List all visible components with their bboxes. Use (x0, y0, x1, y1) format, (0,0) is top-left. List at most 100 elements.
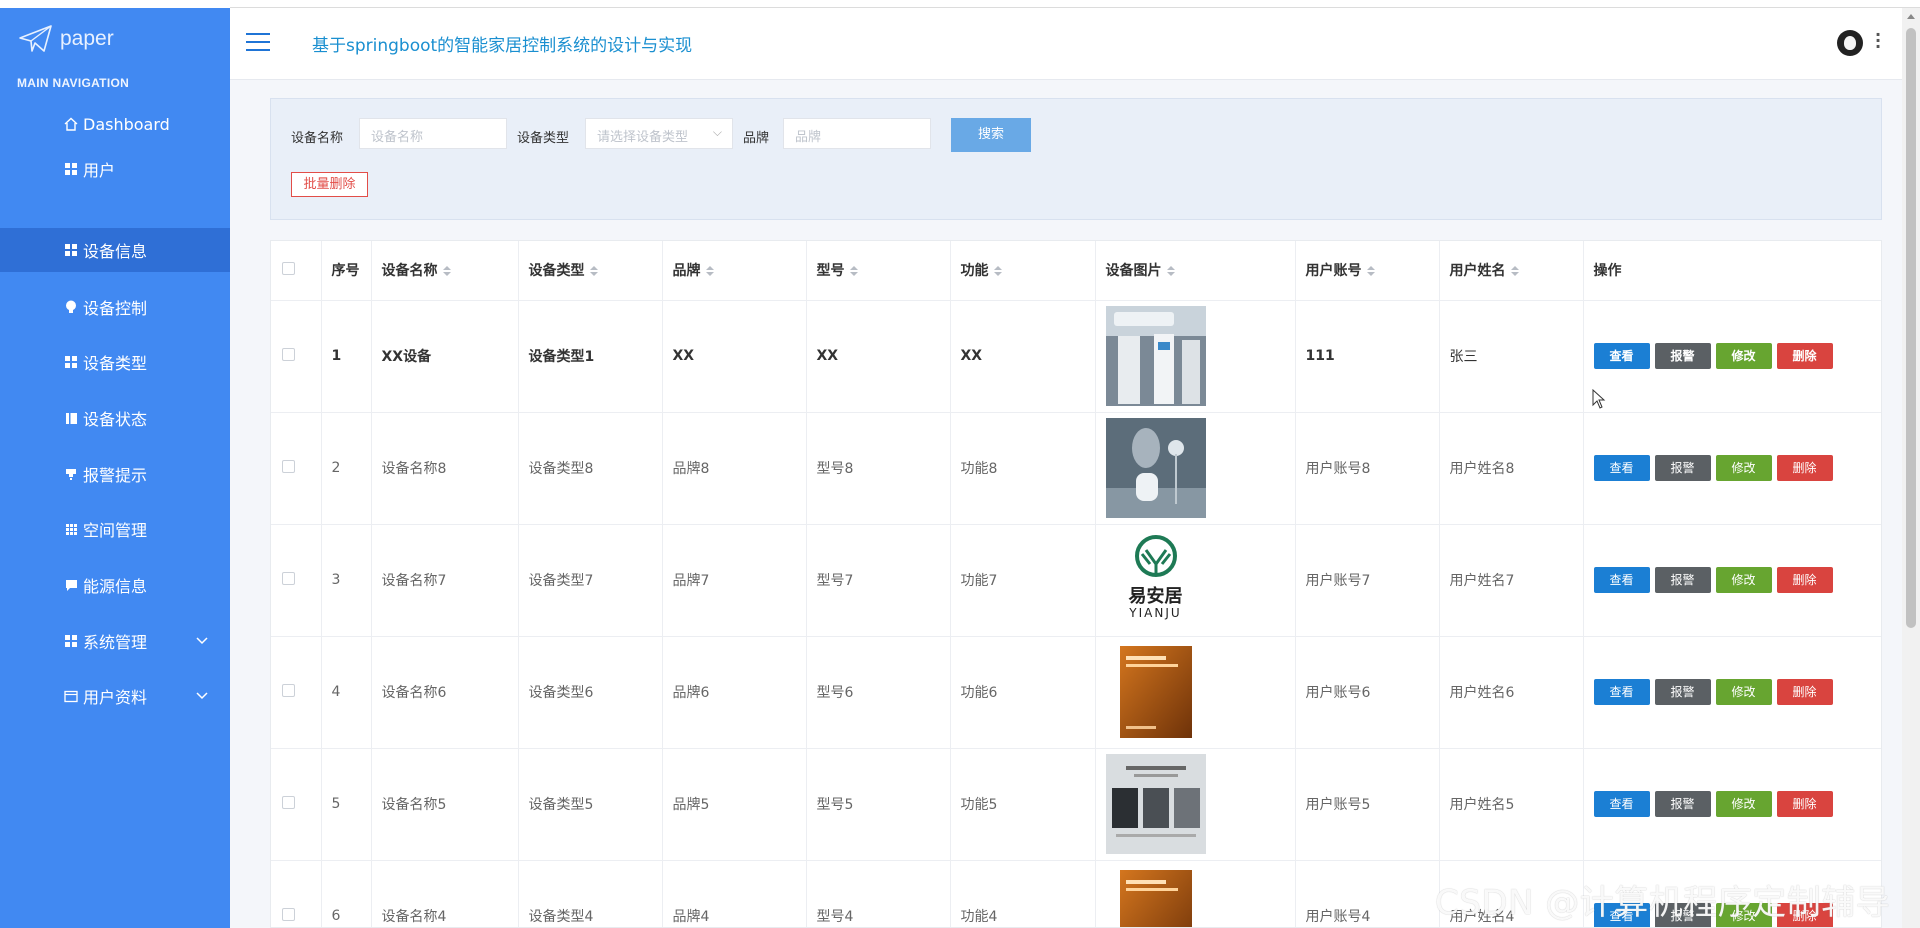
watermark: CSDN @计算机程序定制辅导 (1435, 883, 1891, 923)
sidebar-item-label: 设备信息 (83, 242, 148, 261)
row-checkbox[interactable] (282, 907, 295, 921)
row-checkbox[interactable] (282, 795, 295, 809)
sidebar-item-profile[interactable]: 用户资料 (0, 674, 230, 718)
cell-function: 功能8 (950, 412, 1096, 525)
menu-toggle-icon[interactable] (246, 33, 270, 51)
sidebar-item-device-status[interactable]: 设备状态 (0, 396, 230, 440)
cell-account: 用户账号8 (1295, 412, 1440, 525)
sort-icon[interactable] (1366, 266, 1375, 277)
alarm-button[interactable]: 报警 (1654, 679, 1711, 705)
view-button[interactable]: 查看 (1593, 455, 1650, 481)
sidebar-item-device-type[interactable]: 设备类型 (0, 340, 230, 384)
edit-button[interactable]: 修改 (1715, 343, 1772, 369)
logo-text-cn: 易安居 (1128, 586, 1183, 607)
row-checkbox[interactable] (282, 347, 295, 361)
scrollbar-thumb[interactable] (1906, 28, 1916, 628)
edit-button[interactable]: 修改 (1715, 567, 1772, 593)
cell-username: 用户姓名6 (1439, 636, 1584, 749)
cell-device-type: 设备类型7 (518, 524, 663, 637)
edit-button[interactable]: 修改 (1715, 679, 1772, 705)
batch-delete-button[interactable]: 批量删除 (291, 172, 368, 197)
alarm-button[interactable]: 报警 (1654, 343, 1711, 369)
cell-function: 功能4 (950, 860, 1096, 927)
sidebar-item-label: 设备控制 (83, 299, 148, 318)
row-checkbox[interactable] (282, 459, 295, 473)
sidebar-item-system[interactable]: 系统管理 (0, 619, 230, 663)
header: 基于springboot的智能家居控制系统的设计与实现 · · · (230, 8, 1902, 80)
view-button[interactable]: 查看 (1593, 679, 1650, 705)
delete-button[interactable]: 删除 (1776, 567, 1833, 593)
edit-button[interactable]: 修改 (1715, 455, 1772, 481)
vertical-scrollbar[interactable] (1902, 8, 1920, 928)
sidebar-item-label: 设备状态 (83, 410, 148, 429)
sidebar-item-dashboard[interactable]: Dashboard (0, 102, 230, 146)
column-header[interactable]: 功能 (950, 241, 1096, 301)
view-button[interactable]: 查看 (1593, 567, 1650, 593)
table-row: 5 设备名称5 设备类型5 品牌5 型号5 功能5 用户账号5 用户姓名5 查看 报警 修改 删除 (271, 748, 1881, 861)
delete-button[interactable]: 删除 (1776, 343, 1833, 369)
sidebar-item-space[interactable]: 空间管理 (0, 507, 230, 551)
sort-icon[interactable] (1510, 266, 1519, 277)
device-name-label: 设备名称 (291, 131, 344, 146)
logo-text-en: YIANJU (1129, 606, 1182, 620)
cell-device-type: 设备类型8 (518, 412, 663, 525)
device-image[interactable] (1105, 418, 1206, 518)
column-header[interactable]: 用户姓名 (1439, 241, 1584, 301)
sidebar-item-label: 能源信息 (83, 577, 148, 596)
sidebar-item-energy[interactable]: 能源信息 (0, 563, 230, 607)
brand-input[interactable]: 品牌 (783, 118, 931, 149)
cell-model: 型号4 (806, 860, 951, 927)
alarm-button[interactable]: 报警 (1654, 455, 1711, 481)
cell-device-type: 设备类型5 (518, 748, 663, 861)
avatar[interactable] (1837, 30, 1863, 56)
grid-icon (64, 243, 78, 257)
device-name-input[interactable]: 设备名称 (359, 118, 507, 149)
device-image[interactable] (1105, 642, 1206, 742)
delete-button[interactable]: 删除 (1776, 679, 1833, 705)
alarm-button[interactable]: 报警 (1654, 791, 1711, 817)
device-image[interactable] (1105, 754, 1206, 854)
delete-button[interactable]: 删除 (1776, 791, 1833, 817)
cell-username: 用户姓名5 (1439, 748, 1584, 861)
sort-icon[interactable] (442, 266, 451, 277)
device-image[interactable]: 易安居 YIANJU (1105, 530, 1206, 630)
select-all-checkbox[interactable] (282, 261, 295, 275)
column-header[interactable]: 设备图片 (1095, 241, 1296, 301)
view-button[interactable]: 查看 (1593, 343, 1650, 369)
more-vertical-icon[interactable]: · · · (1875, 27, 1881, 55)
sidebar-item-label: 用户资料 (83, 688, 148, 707)
sort-icon[interactable] (849, 266, 858, 277)
logo[interactable]: paper (18, 24, 114, 54)
sidebar-item-device-control[interactable]: 设备控制 (0, 285, 230, 329)
sidebar-item-alarm[interactable]: 报警提示 (0, 452, 230, 496)
device-type-select[interactable]: 请选择设备类型 ⌵ (585, 118, 733, 149)
view-button[interactable]: 查看 (1593, 791, 1650, 817)
device-image[interactable] (1105, 306, 1206, 406)
column-header[interactable]: 设备类型 (518, 241, 663, 301)
alarm-button[interactable]: 报警 (1654, 567, 1711, 593)
search-button[interactable]: 搜索 (951, 118, 1031, 152)
sort-icon[interactable] (589, 266, 598, 277)
sort-icon[interactable] (1166, 266, 1175, 277)
row-checkbox[interactable] (282, 571, 295, 585)
device-image[interactable] (1105, 866, 1206, 927)
sidebar-item-users[interactable]: 用户 (0, 147, 230, 191)
column-header[interactable]: 型号 (806, 241, 951, 301)
scroll-up-icon[interactable] (1907, 14, 1915, 19)
column-header[interactable]: 品牌 (662, 241, 807, 301)
sort-icon[interactable] (993, 266, 1002, 277)
column-header[interactable]: 用户账号 (1295, 241, 1440, 301)
grid-icon (64, 634, 78, 648)
delete-button[interactable]: 删除 (1776, 455, 1833, 481)
sidebar-item-device-info[interactable]: 设备信息 (0, 228, 264, 272)
cell-account: 用户账号7 (1295, 524, 1440, 637)
cell-no: 1 (321, 300, 372, 413)
sidebar-item-label: 系统管理 (83, 633, 148, 652)
column-header[interactable]: 设备名称 (371, 241, 519, 301)
row-checkbox[interactable] (282, 683, 295, 697)
sort-icon[interactable] (705, 266, 714, 277)
edit-button[interactable]: 修改 (1715, 791, 1772, 817)
chevron-down-icon (196, 688, 208, 704)
cell-device-name: XX设备 (371, 300, 519, 413)
cell-device-type: 设备类型1 (518, 300, 663, 413)
